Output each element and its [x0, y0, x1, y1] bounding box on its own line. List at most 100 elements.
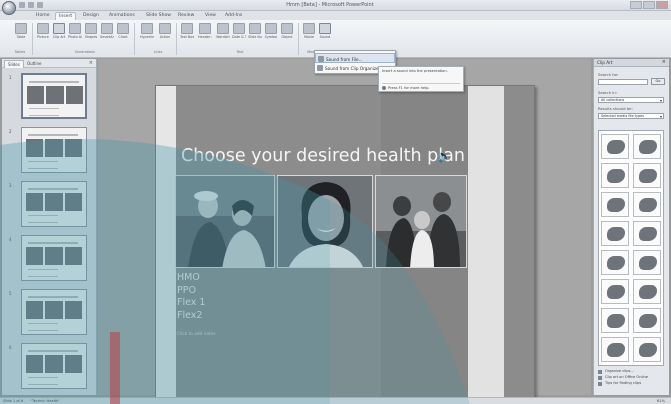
redo-icon[interactable]	[37, 2, 43, 8]
table-button[interactable]: Table	[14, 23, 28, 39]
notes-placeholder[interactable]: Click to add notes	[177, 332, 216, 337]
sound-button[interactable]: Sound	[318, 23, 332, 39]
office-button[interactable]	[2, 1, 16, 15]
slide-title[interactable]: Choose your desired health plan	[181, 146, 471, 166]
tab-view[interactable]: View	[202, 12, 219, 20]
speaker-icon[interactable]: 🔈	[437, 149, 452, 163]
photo-family[interactable]	[375, 175, 467, 268]
status-bar: Slide 1 of 6 "Technic Health" 61%	[0, 397, 671, 404]
clip-item[interactable]	[633, 337, 661, 362]
slide-number-icon	[249, 23, 261, 34]
slide-count: Slide 1 of 6	[3, 399, 24, 403]
slide-thumbnail[interactable]	[21, 181, 87, 227]
clip-item[interactable]	[633, 221, 661, 246]
go-button[interactable]: Go	[651, 78, 665, 85]
clip-art-button[interactable]: Clip Art	[52, 23, 66, 39]
photo-album-button[interactable]: Photo Album	[68, 23, 82, 39]
object-icon	[281, 23, 293, 34]
clip-item[interactable]	[601, 279, 629, 304]
tab-slide-show[interactable]: Slide Show	[143, 12, 174, 20]
undo-icon[interactable]	[28, 2, 34, 8]
action-icon	[159, 23, 171, 34]
tab-outline[interactable]: Outline	[24, 60, 44, 67]
speaker-icon	[319, 23, 331, 34]
slide-thumbnail[interactable]	[21, 127, 87, 173]
zoom-level[interactable]: 61%	[657, 399, 665, 403]
menu-item-sound-from-file[interactable]: Sound from File...	[315, 53, 395, 63]
window-controls	[630, 1, 668, 9]
hyperlink-button[interactable]: Hyperlink	[140, 23, 154, 39]
tab-review[interactable]: Review	[175, 12, 197, 20]
photo-album-icon	[69, 23, 81, 34]
results-select[interactable]: Selected media file types	[598, 113, 664, 119]
slide-thumbnail[interactable]	[21, 289, 87, 335]
bullet-item: HMO	[177, 272, 200, 283]
tab-insert[interactable]: Insert	[55, 12, 77, 20]
title-bar: Hmm [Beta] - Microsoft PowerPoint	[0, 0, 671, 15]
picture-button[interactable]: Picture	[36, 23, 50, 39]
date-time-button[interactable]: Date & Time	[232, 23, 246, 39]
search-in-label: Search in:	[598, 90, 617, 95]
close-button[interactable]	[656, 1, 668, 9]
group-tables-label: Tables	[14, 50, 26, 54]
slide-thumbnail[interactable]	[21, 343, 87, 389]
tooltip-help: Press F1 for more help.	[382, 83, 460, 90]
object-button[interactable]: Object	[280, 23, 294, 39]
clip-item[interactable]	[633, 279, 661, 304]
slide-thumbnail[interactable]	[21, 73, 87, 119]
text-box-icon	[181, 23, 193, 34]
photo-two-women[interactable]	[175, 175, 275, 268]
symbol-button[interactable]: Symbol	[264, 23, 278, 39]
clip-item[interactable]	[633, 308, 661, 333]
slide-number-button[interactable]: Slide Number	[248, 23, 262, 39]
clip-item[interactable]	[633, 163, 661, 188]
clip-item[interactable]	[633, 134, 661, 159]
tab-design[interactable]: Design	[80, 12, 102, 20]
search-for-label: Search for:	[598, 72, 619, 77]
tab-slides[interactable]: Slides	[4, 60, 24, 68]
clip-item[interactable]	[601, 134, 629, 159]
maximize-button[interactable]	[643, 1, 655, 9]
clip-item[interactable]	[601, 250, 629, 275]
clip-results-grid	[598, 130, 664, 366]
clip-item[interactable]	[601, 192, 629, 217]
clip-item[interactable]	[601, 221, 629, 246]
slide-number-label: 1	[9, 75, 12, 80]
tab-home[interactable]: Home	[33, 12, 53, 20]
tab-animations[interactable]: Animations	[106, 12, 138, 20]
smartart-button[interactable]: SmartArt	[100, 23, 114, 39]
header-footer-button[interactable]: Header & Footer	[198, 23, 212, 39]
wordart-button[interactable]: WordArt	[216, 23, 230, 39]
close-icon[interactable]: ×	[662, 59, 666, 65]
bullet-list[interactable]: HMO PPO Flex 1 Flex2	[177, 272, 205, 322]
clip-item[interactable]	[601, 163, 629, 188]
chart-button[interactable]: Chart	[116, 23, 130, 39]
close-icon[interactable]: ×	[89, 60, 93, 66]
search-in-select[interactable]: All collections	[598, 97, 664, 103]
minimize-button[interactable]	[630, 1, 642, 9]
save-icon[interactable]	[19, 2, 25, 8]
current-slide[interactable]: Choose your desired health plan 🔈 HMO PP…	[155, 85, 535, 399]
picture-icon	[37, 23, 49, 34]
text-box-button[interactable]: Text Box	[180, 23, 194, 39]
table-icon	[15, 23, 27, 34]
group-links-label: Links	[153, 50, 163, 54]
shapes-icon	[85, 23, 97, 34]
slide-thumbnail[interactable]	[21, 235, 87, 281]
tips-finding-clips-link[interactable]: Tips for finding clips	[598, 381, 648, 387]
omega-icon	[265, 23, 277, 34]
clip-item[interactable]	[633, 250, 661, 275]
shapes-button[interactable]: Shapes	[84, 23, 98, 39]
sound-file-icon	[318, 56, 324, 62]
clip-item[interactable]	[601, 337, 629, 362]
globe-link-icon	[141, 23, 153, 34]
movie-button[interactable]: Movie	[302, 23, 316, 39]
clip-item[interactable]	[633, 192, 661, 217]
search-input[interactable]	[598, 79, 648, 85]
clip-item[interactable]	[601, 308, 629, 333]
header-footer-icon	[199, 23, 211, 34]
action-button[interactable]: Action	[158, 23, 172, 39]
film-icon	[303, 23, 315, 34]
tab-add-ins[interactable]: Add-Ins	[222, 12, 245, 20]
photo-portrait[interactable]	[277, 175, 373, 268]
